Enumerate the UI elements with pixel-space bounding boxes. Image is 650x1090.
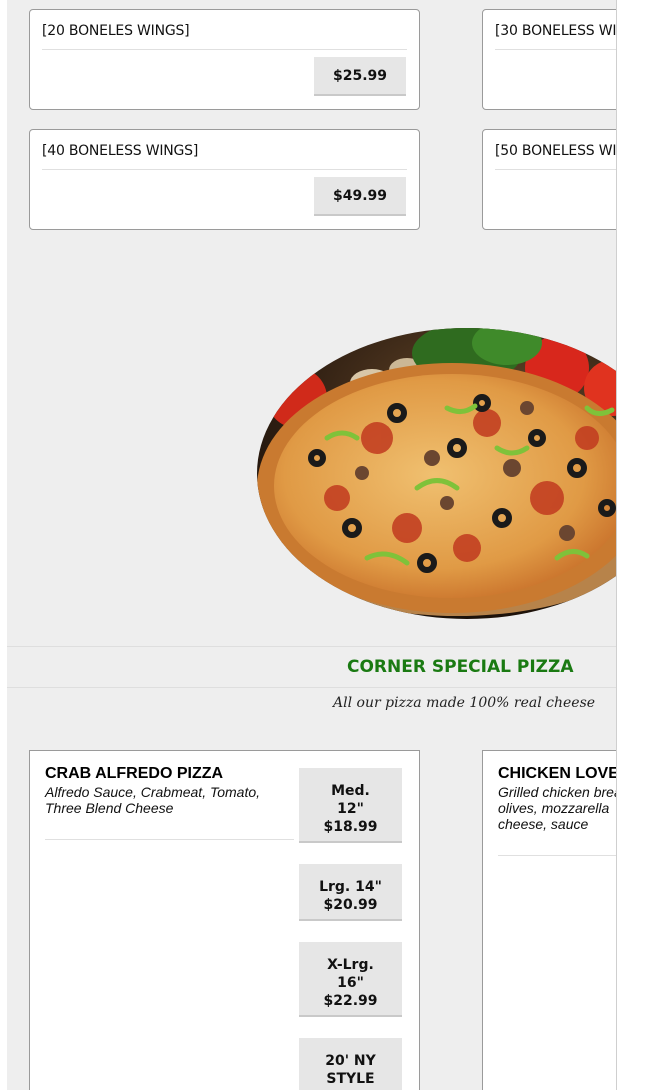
pizza-menu-card: CHICKEN LOVERS PIZZA Grilled chicken bre… — [482, 750, 616, 1090]
menu-item-card: [50 BONELESS WINGS] — [482, 129, 616, 230]
scrollbar[interactable] — [616, 0, 617, 1090]
pizza-description: Grilled chicken breast, olives, mozzarel… — [498, 784, 616, 832]
size-price-button-medium[interactable]: Med. 12" $18.99 — [299, 768, 402, 843]
menu-item-card: [20 BONELES WINGS] $25.99 — [29, 9, 420, 110]
divider — [45, 839, 294, 840]
size-price-button-xlarge[interactable]: X-Lrg. 16" $22.99 — [299, 942, 402, 1017]
pizza-menu-card: CRAB ALFREDO PIZZA Alfredo Sauce, Crabme… — [29, 750, 420, 1090]
section-title: CORNER SPECIAL PIZZA — [347, 657, 574, 677]
size-price-button-large[interactable]: Lrg. 14" $20.99 — [299, 864, 402, 921]
pizza-illustration — [257, 328, 616, 619]
menu-item-card: [40 BONELESS WINGS] $49.99 — [29, 129, 420, 230]
menu-item-title: [40 BONELESS WINGS] — [42, 143, 407, 170]
size-price-button-ny-style[interactable]: 20' NY STYLE $29.99 — [299, 1038, 402, 1090]
divider — [498, 855, 616, 856]
menu-item-title: [30 BONELESS WINGS] — [495, 23, 616, 50]
add-to-order-price-button[interactable]: $25.99 — [314, 57, 406, 96]
pizza-name: CRAB ALFREDO PIZZA — [45, 765, 224, 782]
section-header: CORNER SPECIAL PIZZA — [7, 646, 616, 688]
pizza-photo — [257, 328, 616, 619]
menu-item-title: [20 BONELES WINGS] — [42, 23, 407, 50]
pizza-name: CHICKEN LOVERS PIZZA — [498, 765, 616, 782]
section-subtitle: All our pizza made 100% real cheese — [333, 695, 596, 711]
add-to-order-price-button[interactable]: $49.99 — [314, 177, 406, 216]
pizza-description: Alfredo Sauce, Crabmeat, Tomato, Three B… — [45, 784, 261, 816]
page-viewport: [20 BONELES WINGS] $25.99 [30 BONELESS W… — [7, 0, 616, 1090]
menu-item-title: [50 BONELESS WINGS] — [495, 143, 616, 170]
menu-item-card: [30 BONELESS WINGS] — [482, 9, 616, 110]
